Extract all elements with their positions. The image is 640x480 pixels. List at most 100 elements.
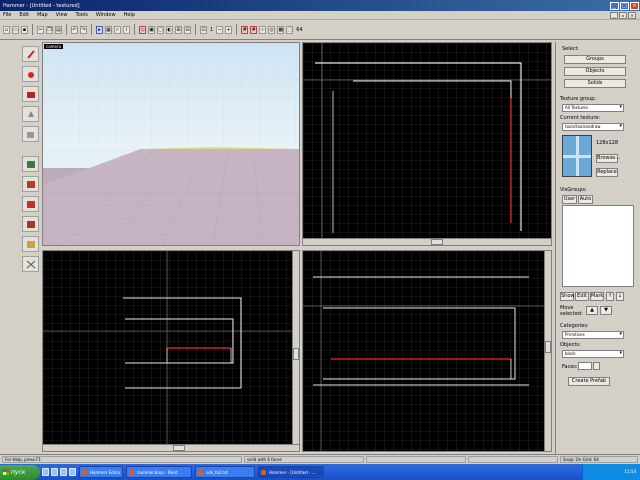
- block-tool[interactable]: [22, 126, 39, 142]
- selection-tool[interactable]: [22, 46, 39, 62]
- replace-button[interactable]: Replace: [596, 168, 618, 177]
- texture-tool[interactable]: [22, 156, 39, 172]
- visgroups-list[interactable]: [562, 205, 634, 287]
- menu-help[interactable]: Help: [123, 12, 136, 18]
- ungroup-icon[interactable]: ▢: [157, 25, 164, 34]
- move-up-icon[interactable]: ▲: [586, 306, 598, 315]
- check-map-icon[interactable]: ✓: [114, 25, 121, 34]
- create-prefab-button[interactable]: Create Prefab: [568, 377, 610, 386]
- visgroup-edit-button[interactable]: Edit: [575, 292, 589, 301]
- snap-to-grid-icon[interactable]: ⊹: [259, 25, 267, 34]
- quicklaunch-app-icon[interactable]: [69, 468, 76, 476]
- open-file-icon[interactable]: ▭: [12, 25, 19, 34]
- browse-button[interactable]: Browse...: [596, 154, 620, 163]
- apply-texture-tool[interactable]: [22, 176, 39, 192]
- top-view-viewport[interactable]: [302, 42, 552, 246]
- camera-viewport-label[interactable]: camera: [44, 44, 64, 49]
- entity-report-icon[interactable]: ▦: [105, 25, 112, 34]
- front-view-viewport[interactable]: [42, 250, 300, 452]
- texture-lock-icon[interactable]: ⊡: [200, 25, 207, 34]
- hide-icon[interactable]: ◐: [166, 25, 173, 34]
- quicklaunch-desktop-icon[interactable]: [51, 468, 58, 476]
- magnify-tool[interactable]: [22, 66, 39, 82]
- current-texture-select[interactable]: tools/toolsnodraw: [562, 123, 624, 131]
- taskbar-item-paint[interactable]: hammer.bmp - Paint: [126, 466, 192, 478]
- redo-icon[interactable]: ↷: [80, 25, 87, 34]
- objects-button[interactable]: Objects: [564, 67, 626, 76]
- side-view-vscrollbar[interactable]: [544, 251, 551, 451]
- front-view-hscrollbar[interactable]: [43, 444, 299, 451]
- doc-close-button[interactable]: ×: [628, 11, 636, 19]
- objects-select[interactable]: block: [562, 350, 624, 358]
- visgroup-show-button[interactable]: Show: [560, 292, 575, 301]
- doc-restore-button[interactable]: ▫: [619, 11, 627, 19]
- start-button[interactable]: пуск: [0, 464, 40, 480]
- texture-group-select[interactable]: All Textures: [562, 104, 624, 112]
- faces-spinner[interactable]: [593, 362, 600, 370]
- carve-icon[interactable]: ◇: [139, 25, 146, 34]
- top-view-hscrollbar[interactable]: [303, 238, 551, 245]
- quicklaunch-media-icon[interactable]: [60, 468, 67, 476]
- entity-tool[interactable]: [22, 106, 39, 122]
- close-button[interactable]: ×: [630, 1, 639, 10]
- scroll-thumb[interactable]: [293, 348, 299, 360]
- solids-button[interactable]: Solids: [564, 79, 626, 88]
- visgroups-auto-tab[interactable]: Auto: [578, 195, 593, 204]
- minimize-button[interactable]: _: [610, 1, 619, 10]
- path-tool[interactable]: [22, 256, 39, 272]
- compile-icon[interactable]: ▸: [96, 25, 103, 34]
- side-view-viewport[interactable]: [302, 250, 552, 452]
- visgroup-down-button[interactable]: ↓: [616, 292, 624, 301]
- toggle-3d-grid-icon[interactable]: #: [250, 25, 258, 34]
- menu-map[interactable]: Map: [36, 12, 49, 18]
- doc-minimize-button[interactable]: _: [610, 11, 618, 19]
- taskbar-item-text[interactable]: sdk_hl2.txt: [195, 466, 255, 478]
- menu-tools[interactable]: Tools: [75, 12, 89, 18]
- smaller-grid-icon[interactable]: −: [216, 25, 224, 34]
- toggle-grid-icon[interactable]: #: [241, 25, 249, 34]
- side-view-grid: [303, 251, 551, 451]
- select-all-icon[interactable]: ⬚: [286, 25, 294, 34]
- vertex-tool[interactable]: [22, 236, 39, 252]
- quicklaunch-browser-icon[interactable]: [42, 468, 49, 476]
- menu-view[interactable]: View: [55, 12, 69, 18]
- scroll-thumb[interactable]: [173, 445, 185, 451]
- menu-file[interactable]: File: [2, 12, 12, 18]
- status-size: [468, 456, 558, 463]
- path-icon: [26, 260, 36, 269]
- visgroups-user-tab[interactable]: User: [562, 195, 577, 204]
- group-icon[interactable]: ▣: [148, 25, 155, 34]
- map-info-icon[interactable]: i: [123, 25, 130, 34]
- camera-viewport[interactable]: camera: [42, 42, 300, 246]
- larger-grid-icon[interactable]: +: [225, 25, 233, 34]
- faces-input[interactable]: [578, 362, 592, 370]
- visgroup-mark-button[interactable]: Mark: [590, 292, 604, 301]
- system-tray-clock[interactable]: 11:54: [582, 464, 640, 480]
- texture-application-icon[interactable]: ▩: [277, 25, 285, 34]
- copy-icon[interactable]: ❐: [46, 25, 53, 34]
- show-helpers-icon[interactable]: ◎: [268, 25, 276, 34]
- clip-tool[interactable]: [22, 216, 39, 232]
- visgroup-up-button[interactable]: ↑: [606, 292, 614, 301]
- maximize-button[interactable]: □: [620, 1, 629, 10]
- decal-tool[interactable]: [22, 196, 39, 212]
- taskbar-item-hammer-editor[interactable]: Hammer Editor: [79, 466, 123, 478]
- groups-button[interactable]: Groups: [564, 55, 626, 64]
- cut-icon[interactable]: ✂: [37, 25, 44, 34]
- menu-window[interactable]: Window: [95, 12, 117, 18]
- move-to-world-icon[interactable]: ⊟: [184, 25, 191, 34]
- tie-to-entity-icon[interactable]: ⊞: [175, 25, 182, 34]
- move-down-icon[interactable]: ▼: [600, 306, 612, 315]
- save-file-icon[interactable]: ▪: [21, 25, 28, 34]
- scroll-thumb[interactable]: [545, 341, 551, 353]
- new-file-icon[interactable]: ▫: [3, 25, 10, 34]
- taskbar-item-hammer[interactable]: Hammer - [Untitled - ...: [258, 466, 324, 478]
- camera-tool[interactable]: [22, 86, 39, 102]
- paste-icon[interactable]: ▤: [55, 25, 62, 34]
- scroll-thumb[interactable]: [431, 239, 443, 245]
- categories-select[interactable]: Primitives: [562, 331, 624, 339]
- status-help-text: For Help, press F1: [2, 456, 242, 463]
- undo-icon[interactable]: ↶: [71, 25, 78, 34]
- menu-edit[interactable]: Edit: [18, 12, 30, 18]
- front-view-vscrollbar[interactable]: [292, 251, 299, 444]
